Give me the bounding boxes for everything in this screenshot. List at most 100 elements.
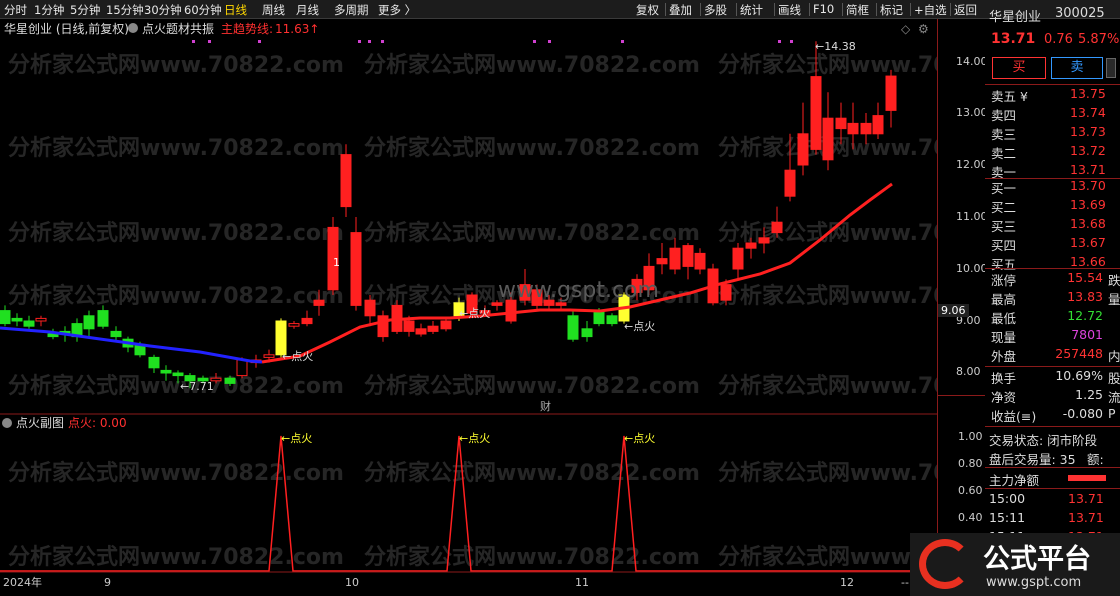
candle-body[interactable] (694, 252, 706, 270)
period-tab-9[interactable]: 多周期 (334, 2, 369, 18)
period-tab-4[interactable]: 30分钟 (144, 2, 182, 18)
sell-button[interactable]: 卖 (1051, 57, 1103, 79)
candle-body[interactable] (847, 122, 859, 135)
sub-toggle-icon[interactable] (2, 418, 12, 428)
candle-body[interactable] (403, 320, 415, 332)
toolbar-button-2[interactable]: 多股 (704, 2, 727, 18)
candle-body[interactable] (160, 369, 172, 374)
candle-body[interactable] (224, 377, 236, 384)
candle-body[interactable] (758, 237, 770, 244)
candle-body[interactable] (491, 302, 503, 306)
toolbar-button-3[interactable]: 统计 (740, 2, 763, 18)
candle-body[interactable] (23, 320, 35, 327)
settings-icon[interactable]: ⚙ (918, 22, 929, 36)
candle-body[interactable] (35, 317, 47, 322)
candle-body[interactable] (440, 320, 452, 330)
ask-label-1: 卖四 (991, 108, 1017, 123)
period-tab-7[interactable]: 周线 (262, 2, 285, 18)
candle-body[interactable] (784, 169, 796, 197)
stat2-value-0: 10.69% (1055, 368, 1103, 383)
candle-body[interactable] (97, 310, 109, 327)
candle-body[interactable] (415, 328, 427, 335)
candle-body[interactable] (172, 372, 184, 377)
candle-body[interactable] (872, 115, 884, 135)
candle-body[interactable] (860, 122, 872, 135)
candle-body[interactable] (427, 325, 439, 332)
candle-body[interactable] (885, 75, 897, 111)
candle-body[interactable] (669, 247, 681, 270)
finance-icon[interactable]: 财 (540, 399, 551, 413)
candle-body[interactable] (810, 76, 822, 150)
candle-body[interactable] (313, 299, 325, 306)
signal-label-main: ←点火 (282, 350, 313, 363)
period-tab-8[interactable]: 月线 (296, 2, 319, 18)
toolbar-button-0[interactable]: 复权 (636, 2, 659, 18)
toolbar-button-4[interactable]: 画线 (778, 2, 801, 18)
candle-body[interactable] (340, 154, 352, 208)
kline-chart[interactable]: 分析家公式网www.70822.com 分析家公式网www.70822.com 分析… (0, 19, 1054, 596)
watermark-text: 分析家公式网www.70822.com (8, 460, 344, 486)
price-tick: 12.00 (956, 158, 988, 171)
candle-body[interactable] (377, 315, 389, 338)
date-label: 9 (104, 576, 111, 589)
toolbar-button-8[interactable]: +自选 (914, 2, 947, 18)
candle-body[interactable] (350, 232, 362, 306)
candle-body[interactable] (656, 258, 668, 265)
logo-url: www.gspt.com (986, 575, 1082, 590)
period-tab-1[interactable]: 1分钟 (34, 2, 64, 18)
candle-body[interactable] (110, 330, 122, 338)
signal-dot (358, 40, 361, 43)
candle-body[interactable] (505, 299, 517, 322)
trend-value: 11.63↑ (275, 22, 319, 36)
candle-body[interactable] (11, 317, 23, 322)
candle-body[interactable] (835, 117, 847, 130)
candle-body[interactable] (745, 242, 757, 249)
buy-button[interactable]: 买 (992, 57, 1046, 79)
candle-body[interactable] (364, 299, 376, 317)
candle-body[interactable] (148, 356, 160, 369)
axis-divider (938, 395, 986, 396)
candle-body[interactable] (263, 354, 275, 358)
candle-body[interactable] (555, 302, 567, 306)
candle-body[interactable] (236, 359, 248, 377)
toolbar-button-7[interactable]: 标记 (880, 2, 903, 18)
candle-body[interactable] (732, 247, 744, 270)
date-label: 2024年 (3, 575, 42, 589)
toolbar-separator (876, 3, 877, 16)
watermark-text: 分析家公式网www.70822.com (364, 460, 700, 486)
period-tab-6[interactable]: 日线 (224, 2, 247, 18)
toolbar-button-1[interactable]: 叠加 (669, 2, 692, 18)
period-tab-3[interactable]: 15分钟 (106, 2, 144, 18)
chart-area[interactable]: 分析家公式网www.70822.com 分析家公式网www.70822.com 分析… (0, 19, 1054, 596)
signal-dot (192, 40, 195, 43)
site-watermark: www.gspt.com (498, 278, 659, 303)
candle-body[interactable] (822, 117, 834, 161)
toolbar-separator (736, 3, 737, 16)
watch-icon[interactable] (1106, 58, 1116, 78)
current-price-tag: 9.06 (938, 304, 969, 317)
candle-body[interactable] (771, 221, 783, 234)
diamond-icon[interactable]: ◇ (901, 22, 911, 36)
indicator-toggle-icon[interactable] (128, 23, 138, 33)
candle-body[interactable] (0, 310, 11, 325)
candle-body[interactable] (797, 133, 809, 166)
candle-body[interactable] (720, 284, 732, 301)
period-tab-2[interactable]: 5分钟 (70, 2, 100, 18)
candle-body[interactable] (83, 315, 95, 330)
period-tab-10[interactable]: 更多 〉 (378, 2, 416, 18)
period-tab-5[interactable]: 60分钟 (184, 2, 222, 18)
candle-body[interactable] (581, 328, 593, 338)
candle-body[interactable] (301, 317, 313, 325)
candle-body[interactable] (567, 315, 579, 340)
toolbar-button-5[interactable]: F10 (813, 2, 834, 16)
signal-dot (790, 40, 793, 43)
toolbar-button-9[interactable]: 返回 (954, 2, 977, 18)
candle-body[interactable] (682, 245, 694, 267)
watermark-text: 分析家公式网www.70822.com (8, 220, 344, 246)
toolbar-button-6[interactable]: 简框 (846, 2, 869, 18)
period-tab-0[interactable]: 分时 (4, 2, 27, 18)
candle-body[interactable] (606, 315, 618, 325)
candle-body[interactable] (593, 310, 605, 325)
candle-body[interactable] (288, 323, 300, 327)
stat-extra-1: 量 (1108, 292, 1120, 307)
